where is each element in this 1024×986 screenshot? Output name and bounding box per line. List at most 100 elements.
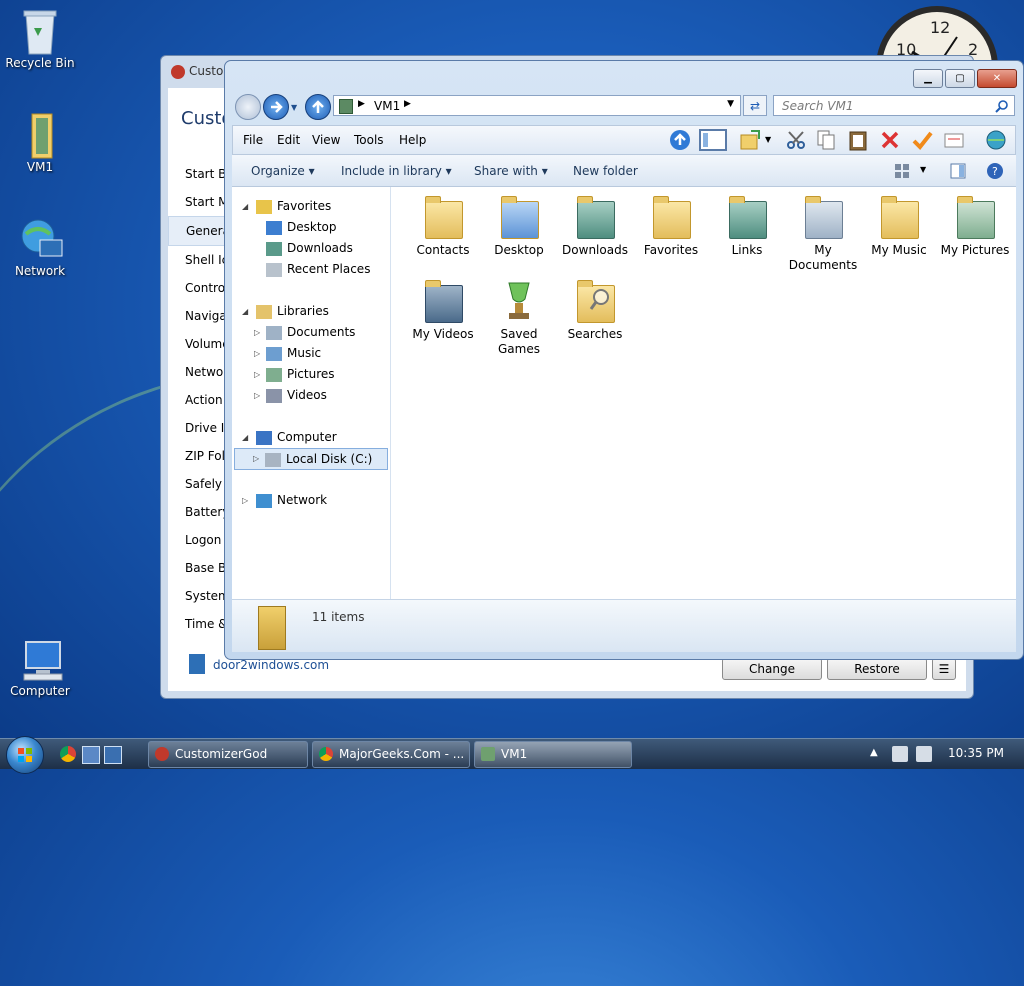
- caption-buttons: ▁ ▢ ✕: [913, 69, 1017, 88]
- close-button[interactable]: ✕: [977, 69, 1017, 88]
- show-hidden-icons-icon[interactable]: ▲: [870, 747, 878, 758]
- show-desktop-icon[interactable]: [82, 746, 100, 764]
- expand-arrow-icon[interactable]: ▷: [254, 370, 260, 379]
- preview-pane-toggle-icon[interactable]: [950, 163, 966, 179]
- chevron-down-icon[interactable]: ▼: [765, 135, 771, 144]
- volume-muted-icon[interactable]: [916, 746, 932, 762]
- folder-item[interactable]: My Videos: [407, 279, 479, 342]
- expand-arrow-icon[interactable]: ▷: [254, 349, 260, 358]
- taskbar-label: MajorGeeks.Com - ...: [339, 747, 465, 761]
- folder-item[interactable]: My Pictures: [939, 195, 1011, 258]
- search-icon[interactable]: [995, 99, 1009, 113]
- taskbar-button-customizergod[interactable]: CustomizerGod: [148, 741, 308, 768]
- up-button[interactable]: [305, 94, 331, 120]
- nav-desktop[interactable]: Desktop: [266, 220, 337, 235]
- expand-arrow-icon[interactable]: ▷: [254, 391, 260, 400]
- maximize-button[interactable]: ▢: [945, 69, 975, 88]
- folder-options-icon[interactable]: [739, 129, 761, 151]
- nav-downloads[interactable]: Downloads: [266, 241, 353, 256]
- preview-pane-icon[interactable]: [699, 129, 727, 151]
- nav-pictures[interactable]: Pictures: [266, 367, 335, 382]
- menu-edit[interactable]: Edit: [277, 133, 300, 147]
- folder-icon: [18, 112, 62, 159]
- view-icon[interactable]: [894, 163, 910, 179]
- chevron-down-icon[interactable]: ▼: [727, 99, 734, 109]
- menu-view[interactable]: View: [312, 133, 340, 147]
- copy-icon[interactable]: [815, 129, 837, 151]
- menu-file[interactable]: File: [243, 133, 263, 147]
- delete-icon[interactable]: [879, 129, 901, 151]
- expand-arrow-icon[interactable]: ▷: [253, 454, 259, 463]
- minimize-button[interactable]: ▁: [913, 69, 943, 88]
- switch-windows-icon[interactable]: [104, 746, 122, 764]
- folder-item[interactable]: My Music: [863, 195, 935, 258]
- search-input[interactable]: Search VM1: [773, 95, 1015, 116]
- taskbar-button-majorgeeks[interactable]: MajorGeeks.Com - ...: [312, 741, 470, 768]
- nav-recent-places[interactable]: Recent Places: [266, 262, 370, 277]
- folder-item[interactable]: Favorites: [635, 195, 707, 258]
- nav-videos[interactable]: Videos: [266, 388, 327, 403]
- desktop-icon-vm1[interactable]: VM1: [0, 112, 80, 174]
- organize-button[interactable]: Organize ▾: [251, 164, 315, 178]
- chevron-down-icon[interactable]: ▼: [920, 165, 926, 174]
- change-button[interactable]: Change: [722, 658, 822, 680]
- desktop-icon-network[interactable]: Network: [0, 216, 80, 278]
- nav-computer[interactable]: Computer: [256, 430, 337, 445]
- folder-item[interactable]: Saved Games: [483, 279, 555, 357]
- desktop-icon-computer[interactable]: Computer: [0, 636, 80, 698]
- check-icon[interactable]: [911, 129, 933, 151]
- menu-button[interactable]: ☰: [932, 658, 956, 680]
- properties-icon[interactable]: [943, 129, 965, 151]
- recent-pages-dropdown[interactable]: ▼: [291, 103, 297, 112]
- folder-item[interactable]: Desktop: [483, 195, 555, 258]
- folder-item[interactable]: Links: [711, 195, 783, 258]
- paste-icon[interactable]: [847, 129, 869, 151]
- start-button[interactable]: [6, 736, 44, 774]
- cut-icon[interactable]: [785, 129, 807, 151]
- explorer-window[interactable]: ▁ ▢ ✕ ▼ ▶ VM1 ▶ ▼ ⇄ Search VM1 File Edit…: [224, 60, 1024, 660]
- folder-item[interactable]: Contacts: [407, 195, 479, 258]
- contacts-folder-icon: [423, 195, 463, 239]
- chrome-icon[interactable]: [60, 746, 76, 762]
- nav-local-disk[interactable]: ▷ Local Disk (C:): [234, 448, 388, 470]
- folder-label: My Pictures: [940, 243, 1010, 257]
- system-clock[interactable]: 10:35 PM: [948, 746, 1004, 760]
- footer-link[interactable]: door2windows.com: [213, 658, 329, 672]
- breadcrumb[interactable]: VM1: [374, 99, 400, 113]
- collapse-arrow-icon[interactable]: ◢: [242, 433, 248, 442]
- libraries-icon: [256, 304, 272, 319]
- folder-item[interactable]: My Documents: [787, 195, 859, 273]
- folder-item[interactable]: Searches: [559, 279, 631, 342]
- taskbar-button-vm1[interactable]: VM1: [474, 741, 632, 768]
- address-bar[interactable]: ▶ VM1 ▶ ▼: [333, 95, 741, 116]
- expand-arrow-icon[interactable]: ▷: [254, 328, 260, 337]
- new-folder-button[interactable]: New folder: [573, 164, 638, 178]
- menu-tools[interactable]: Tools: [354, 133, 384, 147]
- nav-music[interactable]: Music: [266, 346, 321, 361]
- forward-button[interactable]: [263, 94, 289, 120]
- help-icon[interactable]: ?: [986, 162, 1004, 180]
- nav-favorites[interactable]: Favorites: [256, 199, 331, 214]
- up-folder-icon[interactable]: [669, 129, 691, 151]
- desktop-icon-recycle-bin[interactable]: Recycle Bin: [0, 8, 80, 70]
- folder-label: My Music: [871, 243, 927, 257]
- restore-button[interactable]: Restore: [827, 658, 927, 680]
- include-in-library-button[interactable]: Include in library ▾: [341, 164, 452, 178]
- expand-arrow-icon[interactable]: ▷: [242, 496, 248, 505]
- refresh-button[interactable]: ⇄: [743, 95, 767, 116]
- desktop-icon-label: VM1: [26, 160, 54, 174]
- nav-documents[interactable]: Documents: [266, 325, 355, 340]
- folder-label: Downloads: [562, 243, 628, 257]
- share-with-button[interactable]: Share with ▾: [474, 164, 548, 178]
- globe-icon[interactable]: [985, 129, 1007, 151]
- chevron-right-icon[interactable]: ▶: [404, 99, 411, 109]
- back-button[interactable]: [235, 94, 261, 120]
- nav-network[interactable]: Network: [256, 493, 327, 508]
- collapse-arrow-icon[interactable]: ◢: [242, 307, 248, 316]
- folder-item[interactable]: Downloads: [559, 195, 631, 258]
- nav-libraries[interactable]: Libraries: [256, 304, 329, 319]
- menu-help[interactable]: Help: [399, 133, 426, 147]
- action-center-icon[interactable]: [892, 746, 908, 762]
- collapse-arrow-icon[interactable]: ◢: [242, 202, 248, 211]
- logo-icon: [189, 654, 205, 674]
